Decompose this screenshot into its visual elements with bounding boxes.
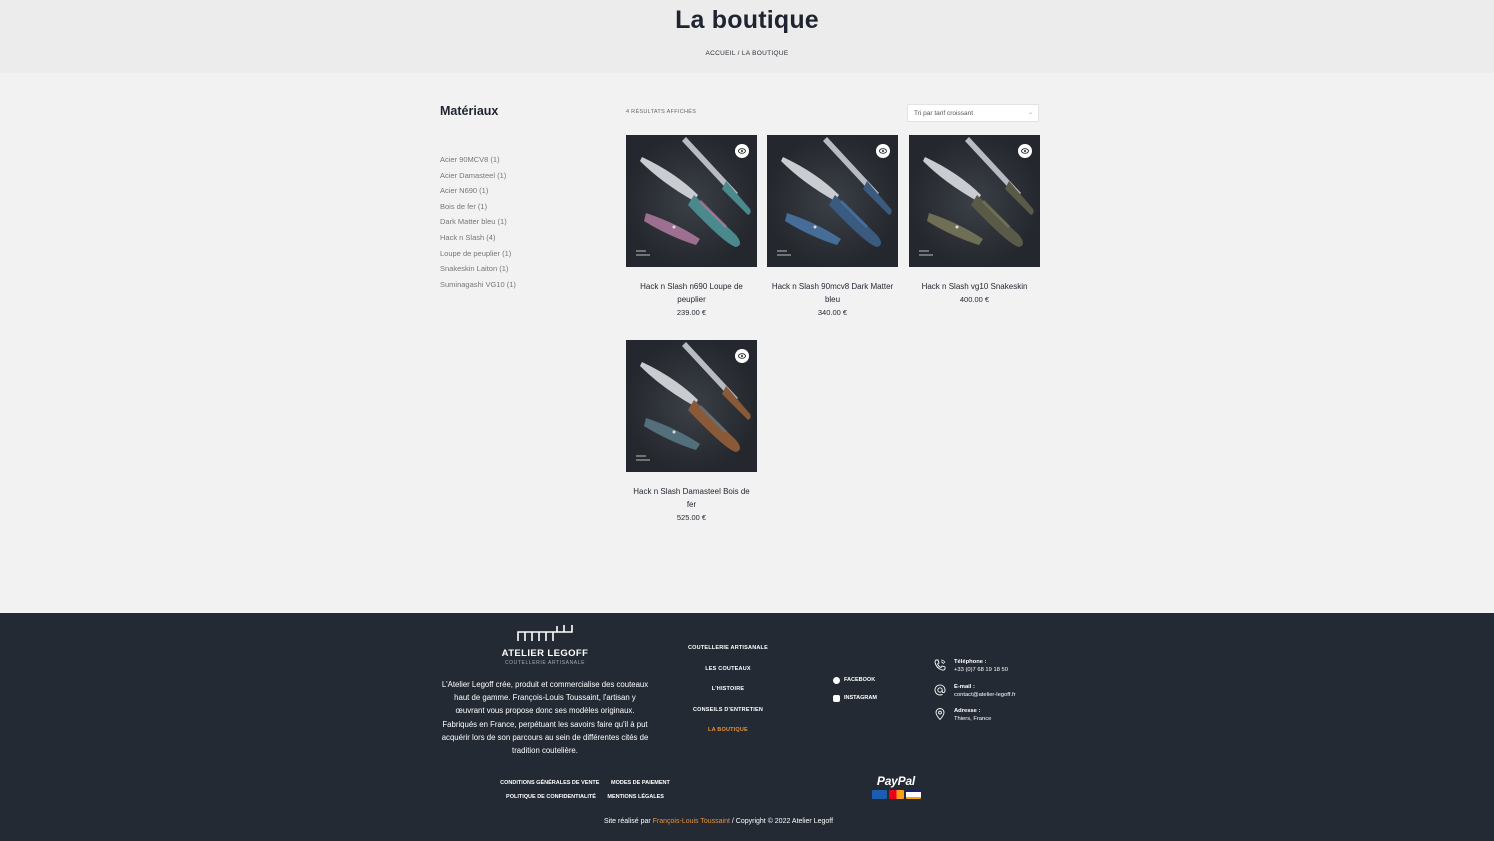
- product-name[interactable]: Hack n Slash n690 Loupe de peuplier: [626, 280, 757, 306]
- page-title: La boutique: [675, 6, 819, 34]
- quick-view-eye-icon[interactable]: [735, 349, 749, 363]
- paypal-logo: PayPal: [876, 774, 916, 788]
- credit-author-link[interactable]: François-Louis Toussaint: [653, 818, 730, 825]
- footer-nav-coutellerie[interactable]: COUTELLERIE ARTISANALE: [668, 644, 788, 665]
- contact-address: Adresse : Thiers, France: [934, 707, 1054, 732]
- filter-item[interactable]: Acier N690 (1): [440, 186, 610, 202]
- filter-item[interactable]: Dark Matter bleu (1): [440, 217, 610, 233]
- materials-sidebar: Matériaux Acier 90MCV8 (1) Acier Damaste…: [440, 104, 610, 295]
- legal-links: CONDITIONS GÉNÉRALES DE VENTE MODES DE P…: [480, 776, 690, 804]
- facebook-icon: [833, 677, 840, 684]
- map-pin-icon: [935, 708, 945, 720]
- filter-item[interactable]: Snakeskin Laiton (1): [440, 264, 610, 280]
- filter-item[interactable]: Hack n Slash (4): [440, 233, 610, 249]
- sidebar-title: Matériaux: [440, 104, 499, 118]
- filter-item[interactable]: Loupe de peuplier (1): [440, 249, 610, 265]
- quick-view-eye-icon[interactable]: [1018, 144, 1032, 158]
- chevron-down-icon: ⌄: [1027, 110, 1033, 116]
- payment-modes-link[interactable]: MODES DE PAIEMENT: [611, 780, 670, 786]
- product-price: 525.00 €: [676, 513, 707, 522]
- product-price: 239.00 €: [676, 308, 707, 317]
- footer-nav-histoire[interactable]: L'HISTOIRE: [668, 685, 788, 706]
- product-card[interactable]: Hack n Slash n690 Loupe de peuplier 239.…: [626, 135, 757, 317]
- footer-nav: COUTELLERIE ARTISANALE LES COUTEAUX L'HI…: [668, 644, 788, 747]
- contact-email: E-mail : contact@atelier-legoff.fr: [934, 683, 1054, 708]
- cb-card-icon: [871, 790, 887, 799]
- facebook-link[interactable]: FACEBOOK: [833, 676, 877, 694]
- brand-tagline: COUTELLERIE ARTISANALE: [504, 660, 586, 666]
- contact-block: Téléphone : +33 (0)7 68 19 18 50 E-mail …: [934, 658, 1054, 732]
- mastercard-icon: [888, 790, 904, 799]
- filter-item[interactable]: Acier Damasteel (1): [440, 171, 610, 187]
- about-text: L'Atelier Legoff crée, produit et commer…: [441, 680, 649, 756]
- footer-nav-couteaux[interactable]: LES COUTEAUX: [668, 665, 788, 686]
- sort-select[interactable]: Tri par tarif croissant ⌄: [907, 104, 1039, 122]
- product-card[interactable]: Hack n Slash vg10 Snakeskin 400.00 €: [909, 135, 1040, 304]
- social-links: FACEBOOK INSTAGRAM: [833, 676, 877, 712]
- breadcrumb: ACCUEIL / LA BOUTIQUE: [0, 50, 1494, 57]
- product-image[interactable]: [909, 135, 1040, 267]
- product-price: 340.00 €: [817, 308, 848, 317]
- product-image[interactable]: [767, 135, 898, 267]
- visa-card-icon: [905, 790, 921, 799]
- brand-name: ATELIER LEGOFF: [501, 648, 589, 659]
- credit-prefix: Site réalisé par: [604, 818, 653, 825]
- product-price: 400.00 €: [959, 295, 990, 304]
- footer-nav-boutique[interactable]: LA BOUTIQUE: [668, 726, 788, 747]
- contact-phone-value[interactable]: +33 (0)7 68 19 18 50: [954, 666, 1054, 674]
- quick-view-eye-icon[interactable]: [735, 144, 749, 158]
- filter-item[interactable]: Suminagashi VG10 (1): [440, 280, 610, 296]
- page-header: La boutique ACCUEIL / LA BOUTIQUE: [0, 0, 1494, 73]
- breadcrumb-home-link[interactable]: ACCUEIL: [705, 50, 735, 57]
- product-card[interactable]: Hack n Slash Damasteel Bois de fer 525.0…: [626, 340, 757, 522]
- instagram-icon: [833, 695, 840, 702]
- breadcrumb-current: LA BOUTIQUE: [741, 50, 789, 57]
- at-sign-icon: [934, 684, 946, 695]
- contact-address-label: Adresse :: [954, 708, 981, 714]
- phone-icon: [934, 659, 946, 671]
- product-card[interactable]: Hack n Slash 90mcv8 Dark Matter bleu 340…: [767, 135, 898, 317]
- filter-item[interactable]: Bois de fer (1): [440, 202, 610, 218]
- copyright: Site réalisé par François-Louis Toussain…: [604, 818, 833, 825]
- product-name[interactable]: Hack n Slash 90mcv8 Dark Matter bleu: [767, 280, 898, 306]
- contact-address-value: Thiers, France: [954, 716, 992, 722]
- product-image[interactable]: [626, 340, 757, 472]
- filter-item[interactable]: Acier 90MCV8 (1): [440, 155, 610, 171]
- atelier-logo-icon[interactable]: [517, 623, 573, 643]
- contact-phone: Téléphone : +33 (0)7 68 19 18 50: [934, 658, 1054, 683]
- materials-filter-list: Acier 90MCV8 (1) Acier Damasteel (1) Aci…: [440, 155, 610, 295]
- paypal-badge: PayPal: [870, 774, 922, 799]
- credit-suffix: / Copyright © 2022 Atelier Legoff: [729, 818, 834, 825]
- payment-cards: [870, 790, 922, 799]
- sort-select-value: Tri par tarif croissant: [914, 110, 973, 117]
- product-name[interactable]: Hack n Slash vg10 Snakeskin: [909, 280, 1040, 293]
- legal-notice-link[interactable]: MENTIONS LÉGALES: [607, 794, 664, 800]
- instagram-link[interactable]: INSTAGRAM: [833, 694, 877, 712]
- product-image[interactable]: [626, 135, 757, 267]
- result-count: 4 RÉSULTATS AFFICHÉS: [626, 109, 697, 115]
- contact-email-label: E-mail :: [954, 683, 975, 690]
- quick-view-eye-icon[interactable]: [876, 144, 890, 158]
- product-name[interactable]: Hack n Slash Damasteel Bois de fer: [626, 485, 757, 511]
- cgv-link[interactable]: CONDITIONS GÉNÉRALES DE VENTE: [500, 780, 599, 786]
- site-footer: ATELIER LEGOFF COUTELLERIE ARTISANALE L'…: [0, 613, 1494, 841]
- contact-email-value[interactable]: contact@atelier-legoff.fr: [954, 691, 1054, 699]
- footer-nav-conseils[interactable]: CONSEILS D'ENTRETIEN: [668, 706, 788, 727]
- contact-phone-label: Téléphone :: [954, 659, 987, 665]
- privacy-policy-link[interactable]: POLITIQUE DE CONFIDENTIALITÉ: [506, 794, 596, 800]
